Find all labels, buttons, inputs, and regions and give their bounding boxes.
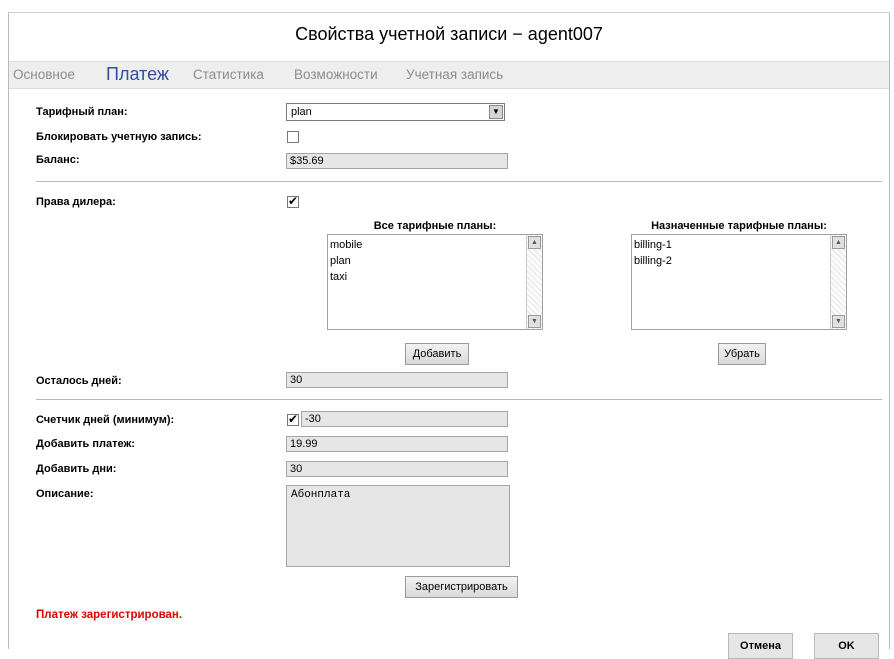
window-title: Свойства учетной записи − agent007 — [295, 24, 603, 44]
scroll-up-icon[interactable]: ▲ — [832, 236, 845, 249]
scroll-down-icon[interactable]: ▼ — [528, 315, 541, 328]
tariff-plan-select[interactable]: plan ▼ — [286, 103, 505, 121]
add-payment-field[interactable]: 19.99 — [286, 436, 508, 452]
list-item[interactable]: billing-2 — [634, 253, 672, 269]
dealer-rights-label: Права дилера: — [36, 196, 116, 208]
tab-account[interactable]: Учетная запись — [406, 62, 503, 88]
scroll-up-icon[interactable]: ▲ — [528, 236, 541, 249]
days-left-label: Осталось дней: — [36, 375, 122, 387]
cancel-button[interactable]: Отмена — [728, 633, 793, 659]
dealer-rights-checkbox[interactable]: ✔ — [287, 194, 299, 208]
day-counter-checkbox[interactable]: ✔ — [287, 412, 299, 426]
scroll-down-icon[interactable]: ▼ — [832, 315, 845, 328]
register-button[interactable]: Зарегистрировать — [405, 576, 518, 598]
balance-field: $35.69 — [286, 153, 508, 169]
list-item[interactable]: taxi — [330, 269, 362, 285]
tariff-plan-value: plan — [291, 106, 312, 118]
ok-button[interactable]: OK — [814, 633, 879, 659]
description-text: Абонплата — [291, 489, 351, 501]
day-counter-label: Счетчик дней (минимум): — [36, 414, 175, 426]
divider — [36, 181, 882, 182]
divider — [36, 399, 882, 400]
assigned-plans-header: Назначенные тарифные планы: — [651, 220, 827, 232]
list-item[interactable]: plan — [330, 253, 362, 269]
tab-statistics[interactable]: Статистика — [193, 62, 264, 88]
scrollbar[interactable]: ▲ ▼ — [830, 235, 846, 329]
status-message: Платеж зарегистрирован. — [36, 609, 183, 621]
add-days-label: Добавить дни: — [36, 463, 117, 475]
add-days-field[interactable]: 30 — [286, 461, 508, 477]
day-counter-field[interactable]: -30 — [301, 411, 508, 427]
checkmark-icon: ✔ — [288, 412, 299, 426]
list-item[interactable]: billing-1 — [634, 237, 672, 253]
tab-features[interactable]: Возможности — [294, 62, 378, 88]
tariff-plan-label: Тарифный план: — [36, 106, 128, 118]
block-account-label: Блокировать учетную запись: — [36, 131, 202, 143]
description-textarea[interactable]: Абонплата — [286, 485, 510, 567]
all-plans-header: Все тарифные планы: — [373, 220, 497, 232]
add-payment-label: Добавить платеж: — [36, 438, 135, 450]
scrollbar[interactable]: ▲ ▼ — [526, 235, 542, 329]
checkmark-icon: ✔ — [288, 194, 299, 208]
list-item[interactable]: mobile — [330, 237, 362, 253]
tab-payment[interactable]: Платеж — [106, 61, 169, 87]
days-left-field: 30 — [286, 372, 508, 388]
balance-label: Баланс: — [36, 154, 80, 166]
assigned-plans-listbox[interactable]: billing-1 billing-2 ▲ ▼ — [631, 234, 847, 330]
all-plans-listbox[interactable]: mobile plan taxi ▲ ▼ — [327, 234, 543, 330]
tab-bar: Основное Платеж Статистика Возможности У… — [9, 61, 889, 89]
block-account-checkbox[interactable] — [287, 131, 299, 143]
description-label: Описание: — [36, 488, 94, 500]
tab-basic[interactable]: Основное — [13, 62, 75, 88]
remove-plan-button[interactable]: Убрать — [718, 343, 766, 365]
add-plan-button[interactable]: Добавить — [405, 343, 469, 365]
chevron-down-icon[interactable]: ▼ — [489, 105, 503, 119]
account-properties-window: Свойства учетной записи − agent007 Основ… — [8, 12, 890, 659]
